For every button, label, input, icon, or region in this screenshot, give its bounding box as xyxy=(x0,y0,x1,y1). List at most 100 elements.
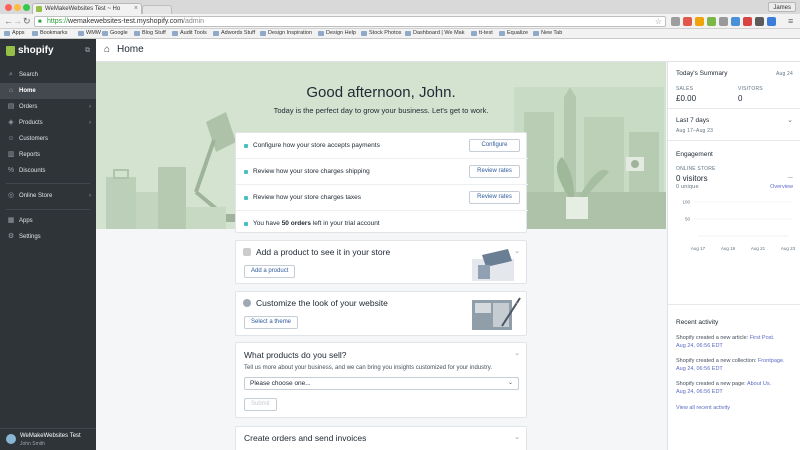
lock-icon: ■ xyxy=(38,19,42,25)
sidebar-item-label: Customers xyxy=(19,136,49,142)
sidebar-item-search[interactable]: ⌕ Search xyxy=(0,67,96,83)
extension-icon[interactable] xyxy=(707,17,716,26)
sidebar-item-label: Apps xyxy=(19,218,33,224)
visitors-label: VISITORS xyxy=(738,86,763,92)
extension-icon[interactable] xyxy=(695,17,704,26)
review-shipping-rates-button[interactable]: Review rates xyxy=(469,165,520,178)
sidebar-item-products[interactable]: ◈ Products › xyxy=(0,115,96,131)
bookmark-item[interactable]: Stock Photos xyxy=(361,29,401,38)
chart-x-tick-label: Aug 17 xyxy=(691,246,706,251)
sidebar-item-online-store[interactable]: ◎ Online Store › xyxy=(0,188,96,204)
view-all-activity-link[interactable]: View all recent activity xyxy=(676,405,730,411)
chart-x-tick-label: Aug 23 xyxy=(781,246,796,251)
sales-label: SALES xyxy=(676,86,694,92)
close-window-icon[interactable] xyxy=(5,4,12,11)
new-tab-button[interactable] xyxy=(142,5,172,14)
activity-link[interactable]: About Us. xyxy=(747,381,771,387)
sidebar-item-label: Products xyxy=(19,120,43,126)
bookmark-item[interactable]: Design Inspiration xyxy=(260,29,312,38)
bookmark-item[interactable]: Bookmarks xyxy=(32,29,68,38)
sidebar-item-label: Search xyxy=(19,72,39,78)
task-bullet-icon xyxy=(244,222,248,226)
chevron-right-icon: › xyxy=(89,193,91,199)
configure-payments-button[interactable]: Configure xyxy=(469,139,520,152)
sidebar-item-label: Online Store xyxy=(19,193,53,199)
activity-item: Shopify created a new page: About Us. xyxy=(676,381,796,388)
bookmark-star-icon[interactable]: ☆ xyxy=(655,17,662,26)
sidebar-item-reports[interactable]: ▥ Reports xyxy=(0,147,96,163)
sidebar-item-settings[interactable]: ⚙ Settings xyxy=(0,229,96,245)
sidebar-item-label: Home xyxy=(19,88,36,94)
bookmark-item[interactable]: Design Help xyxy=(318,29,356,38)
chevron-right-icon: › xyxy=(89,104,91,110)
setup-tasks-card: Configure how your store accepts payment… xyxy=(235,132,528,233)
task-bullet-icon xyxy=(244,144,248,148)
forward-arrow-icon[interactable]: → xyxy=(13,16,22,27)
sidebar-item-discounts[interactable]: % Discounts xyxy=(0,163,96,179)
bookmark-item[interactable]: Blog Stuff xyxy=(134,29,166,38)
chevron-down-icon[interactable]: ⌄ xyxy=(514,349,520,357)
account-menu[interactable]: WeMakeWebsites Test John Smith xyxy=(0,428,96,450)
browser-tab-bar: WeMakeWebsites Test ~ Ho × James xyxy=(0,0,800,14)
extension-icon[interactable] xyxy=(671,17,680,26)
browser-user-chip[interactable]: James xyxy=(768,2,796,12)
extension-icon[interactable] xyxy=(683,17,692,26)
bookmark-item[interactable]: tt-test xyxy=(471,29,493,38)
browser-toolbar: ← → ↻ ■ https://wemakewebsites-test.mysh… xyxy=(0,14,800,29)
trial-text-prefix: You have xyxy=(253,220,282,227)
card-description: Tell us more about your business, and we… xyxy=(244,365,493,371)
reload-icon[interactable]: ↻ xyxy=(23,16,31,27)
add-product-button[interactable]: Add a product xyxy=(244,265,296,278)
orders-icon: ▤ xyxy=(7,103,15,110)
bookmark-item[interactable]: New Tab xyxy=(533,29,562,38)
bookmark-item[interactable]: Apps xyxy=(4,29,25,38)
extension-icon[interactable] xyxy=(743,17,752,26)
overview-link[interactable]: Overview xyxy=(770,184,793,190)
sidebar-item-orders[interactable]: ▤ Orders › xyxy=(0,99,96,115)
extension-icon[interactable] xyxy=(755,17,764,26)
close-tab-icon[interactable]: × xyxy=(134,4,138,14)
select-theme-button[interactable]: Select a theme xyxy=(244,316,299,329)
minimize-window-icon[interactable] xyxy=(14,4,21,11)
maximize-window-icon[interactable] xyxy=(23,4,30,11)
url-host: wemakewebsites-test.myshopify.com xyxy=(68,18,184,25)
task-bullet-icon xyxy=(244,170,248,174)
extension-icon[interactable] xyxy=(767,17,776,26)
menu-icon[interactable]: ≡ xyxy=(788,16,793,27)
external-link-icon[interactable]: ⧉ xyxy=(85,47,90,55)
chevron-down-icon[interactable]: ⌄ xyxy=(514,433,520,441)
chevron-down-icon[interactable]: ⌄ xyxy=(514,247,520,255)
chevron-down-icon: ⌄ xyxy=(787,117,793,124)
address-bar[interactable]: ■ https://wemakewebsites-test.myshopify.… xyxy=(34,16,666,27)
submit-button[interactable]: Submit xyxy=(244,398,277,411)
trial-orders-count: 50 orders xyxy=(281,220,311,227)
chart-y-tick-label: 50 xyxy=(685,217,691,222)
extension-icon[interactable] xyxy=(731,17,740,26)
bookmark-item[interactable]: Google xyxy=(102,29,128,38)
task-item: Review how your store charges taxes Revi… xyxy=(236,185,528,211)
activity-text: Shopify created a new article: xyxy=(676,335,750,341)
shopify-logo[interactable]: shopify xyxy=(6,45,54,57)
bookmark-item[interactable]: Adwords Stuff xyxy=(213,29,255,38)
sidebar-item-customers[interactable]: ☺ Customers xyxy=(0,131,96,147)
extension-icon[interactable] xyxy=(719,17,728,26)
visitors-value: 0 xyxy=(738,94,743,103)
activity-link[interactable]: First Post. xyxy=(750,335,775,341)
review-tax-rates-button[interactable]: Review rates xyxy=(469,191,520,204)
task-item: You have 50 orders left in your trial ac… xyxy=(236,211,528,237)
back-arrow-icon[interactable]: ← xyxy=(4,16,13,27)
bookmark-item[interactable]: Equalize xyxy=(499,29,528,38)
sidebar-item-label: Settings xyxy=(19,234,41,240)
sidebar-item-home[interactable]: ⌂ Home xyxy=(0,83,96,99)
sidebar-item-apps[interactable]: ▦ Apps xyxy=(0,213,96,229)
date-range-selector[interactable]: Last 7 days Aug 17–Aug 23 ⌄ xyxy=(668,109,800,141)
chevron-down-icon[interactable]: ⌄ xyxy=(514,298,520,306)
browser-tab[interactable]: WeMakeWebsites Test ~ Ho × xyxy=(32,3,142,14)
bookmark-item[interactable]: Audit Tools xyxy=(172,29,207,38)
bookmark-item[interactable]: WMW xyxy=(78,29,101,38)
industry-select[interactable]: Please choose one... ⌄ xyxy=(244,377,519,390)
bookmark-item[interactable]: Dashboard | We Mak xyxy=(405,29,464,38)
activity-link[interactable]: Frontpage. xyxy=(758,358,785,364)
online-store-label: ONLINE STORE xyxy=(676,166,716,172)
home-icon: ⌂ xyxy=(8,87,14,94)
